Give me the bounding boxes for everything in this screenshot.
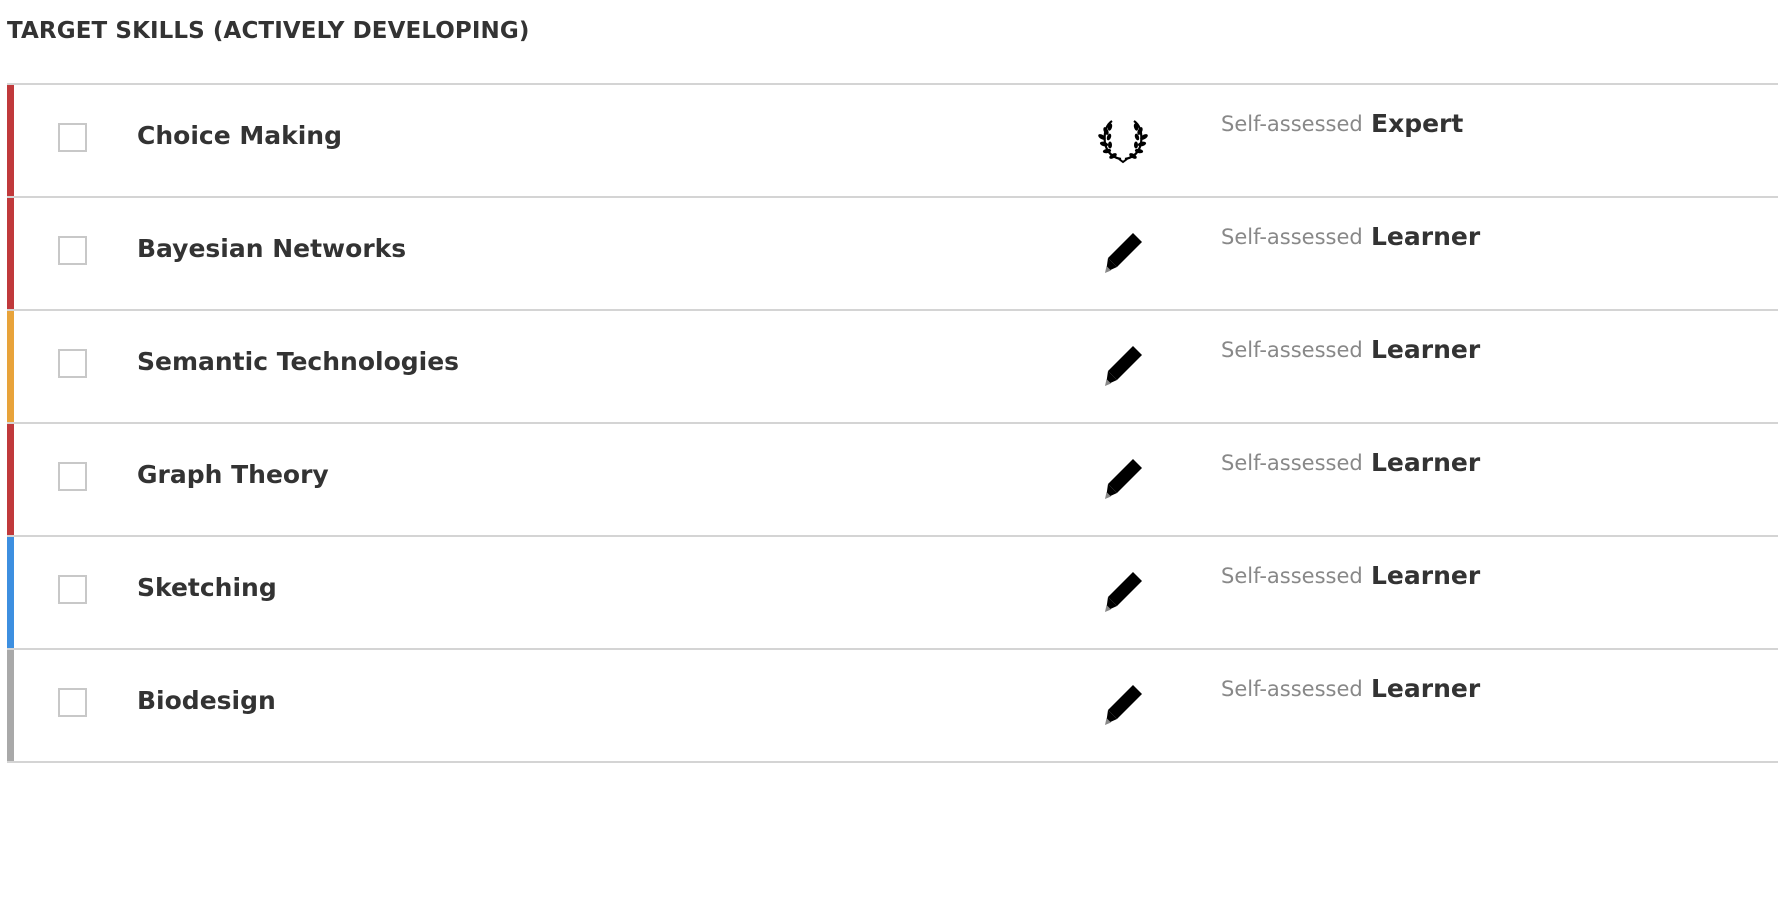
skill-level: Learner [1371,448,1481,477]
pencil-icon[interactable] [1097,567,1149,619]
self-assessed-label: Self-assessed [1221,338,1363,362]
skill-level: Learner [1371,674,1481,703]
skill-name: Bayesian Networks [137,234,407,263]
skill-checkbox[interactable] [58,575,87,604]
skill-category-accent [7,650,14,761]
skill-row: Graph Theory Self-assessed Learner [7,424,1778,537]
skill-category-accent [7,85,14,196]
pencil-icon[interactable] [1097,341,1149,393]
skill-name: Biodesign [137,686,276,715]
skill-checkbox[interactable] [58,688,87,717]
skill-row: Semantic Technologies Self-assessed Lear… [7,311,1778,424]
skill-name: Semantic Technologies [137,347,460,376]
section-title: TARGET SKILLS (ACTIVELY DEVELOPING) [7,18,530,44]
skill-row: Sketching Self-assessed Learner [7,537,1778,650]
skill-level: Expert [1371,109,1464,138]
skill-level: Learner [1371,561,1481,590]
pencil-icon[interactable] [1097,228,1149,280]
skill-category-accent [7,424,14,535]
skill-category-accent [7,311,14,422]
skill-checkbox[interactable] [58,123,87,152]
skill-checkbox[interactable] [58,462,87,491]
self-assessed-label: Self-assessed [1221,451,1363,475]
skill-checkbox[interactable] [58,349,87,378]
pencil-icon[interactable] [1097,454,1149,506]
self-assessed-label: Self-assessed [1221,677,1363,701]
skill-category-accent [7,537,14,648]
skill-name: Sketching [137,573,277,602]
laurel-wreath-icon[interactable] [1097,115,1149,167]
self-assessed-label: Self-assessed [1221,225,1363,249]
skill-category-accent [7,198,14,309]
skill-name: Graph Theory [137,460,329,489]
pencil-icon[interactable] [1097,680,1149,732]
skill-row: Biodesign Self-assessed Learner [7,650,1778,763]
skill-row: Choice Making Self-assessed Expert [7,85,1778,198]
skill-checkbox[interactable] [58,236,87,265]
skill-row: Bayesian Networks Self-assessed Learner [7,198,1778,311]
self-assessed-label: Self-assessed [1221,112,1363,136]
skill-list: Choice Making Self-assessed Expert Bayes… [7,83,1778,763]
skill-name: Choice Making [137,121,343,150]
skill-level: Learner [1371,335,1481,364]
skill-level: Learner [1371,222,1481,251]
self-assessed-label: Self-assessed [1221,564,1363,588]
